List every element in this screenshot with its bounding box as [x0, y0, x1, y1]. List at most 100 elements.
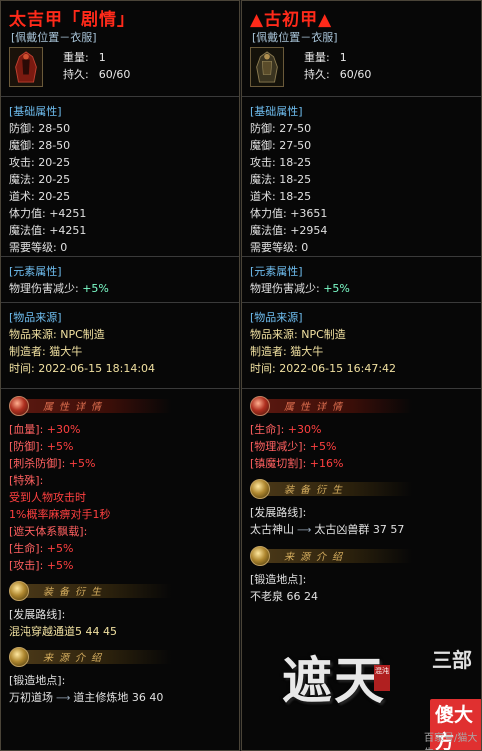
durability-label: 持久: [63, 68, 89, 81]
attr-value: 18-25 [279, 156, 312, 169]
banner-label: 装备衍生 [284, 485, 348, 496]
source-value: NPC制造 [60, 328, 105, 341]
dev-route-coords: 44 45 [85, 625, 118, 638]
attr-label: 魔法: [9, 173, 35, 186]
forge-from: 万初道场 [9, 691, 53, 704]
attr-value: +3651 [290, 207, 328, 220]
game-logo: 遮天 混沌 三部 傻大方 百家号/猫大牛 [282, 641, 481, 750]
element-attributes: [元素属性] 物理伤害减少: +5% [1, 257, 239, 303]
banner-label: 属性详情 [43, 402, 107, 413]
banner-label: 装备衍生 [43, 587, 107, 598]
source-label: 制造者: [250, 345, 287, 358]
bonus-value: +5% [46, 559, 74, 572]
section-header: [物品来源] [250, 311, 303, 324]
bonus-label: [镇魔切割]: [250, 457, 307, 470]
bonus-value: +30% [287, 423, 322, 436]
banner-label: 来源介绍 [284, 552, 348, 563]
attr-value: 20-25 [38, 173, 71, 186]
item-tooltip-right: ▲古初甲▲ [佩戴位置－衣服] 重量: 1 持久: 60/60 [基础属性] 防御:… [241, 0, 482, 751]
banner-equipment-derivation: 装备衍生 [246, 478, 481, 500]
special-header: [特殊]: [9, 474, 44, 487]
attr-label: 需要等级: [9, 241, 57, 254]
attr-label: 防御: [250, 122, 276, 135]
attr-label: 需要等级: [250, 241, 298, 254]
attr-label: 道术: [9, 190, 35, 203]
banner-label: 属性详情 [284, 402, 348, 413]
arrow-right-icon: ⟶ [297, 525, 312, 536]
dev-route-from: 太古神山 [250, 523, 294, 536]
dev-route-label: [发展路线]: [9, 608, 66, 621]
attr-value: +5% [323, 282, 350, 295]
attr-value: 20-25 [38, 190, 71, 203]
item-tooltip-left: 太吉甲「剧情」 [佩戴位置－衣服] 重量: 1 持久: 60/60 [基础属性] 防… [0, 0, 240, 751]
attr-value: +4251 [49, 224, 87, 237]
attr-value: 0 [301, 241, 309, 254]
armor-icon [9, 47, 43, 87]
bonus-value: +5% [46, 440, 74, 453]
dev-route-label: [发展路线]: [250, 506, 307, 519]
element-attributes: [元素属性] 物理伤害减少: +5% [242, 257, 481, 303]
source-label: 物品来源: [250, 328, 298, 341]
weight-label: 重量: [63, 51, 89, 64]
source-value: 2022-06-15 16:47:42 [279, 362, 397, 375]
bonus-value: +5% [46, 542, 74, 555]
item-source: [物品来源] 物品来源: NPC制造 制造者: 猫大牛 时间: 2022-06-… [242, 303, 481, 389]
item-source: [物品来源] 物品来源: NPC制造 制造者: 猫大牛 时间: 2022-06-… [1, 303, 239, 389]
source-value: NPC制造 [301, 328, 346, 341]
bonus-value: +16% [309, 457, 344, 470]
attr-value: 28-50 [38, 122, 71, 135]
logo-title: 遮天 [282, 651, 386, 710]
attr-label: 攻击: [250, 156, 276, 169]
attr-value: +5% [82, 282, 109, 295]
source-label: 物品来源: [9, 328, 57, 341]
item-title: ▲古初甲▲ [250, 10, 333, 30]
weight-label: 重量: [304, 51, 330, 64]
base-attributes: [基础属性] 防御: 27-50 魔御: 27-50 攻击: 18-25 魔法:… [242, 97, 481, 257]
section-header: [物品来源] [9, 311, 62, 324]
dev-route-to: 太古凶兽群 [314, 523, 370, 536]
equip-slot: [佩戴位置－衣服] [252, 31, 338, 44]
bonus-value: +5% [68, 457, 96, 470]
source-value: 猫大牛 [49, 345, 83, 358]
weight-value: 1 [339, 51, 347, 64]
source-label: 制造者: [9, 345, 46, 358]
attr-value: 18-25 [279, 190, 312, 203]
attr-label: 防御: [9, 122, 35, 135]
equip-slot: [佩戴位置－衣服] [11, 31, 97, 44]
set-header: [遮天体系飘载]: [9, 525, 88, 538]
source-label: 时间: [250, 362, 276, 375]
attr-label: 体力值: [250, 207, 287, 220]
dev-route-from: 混沌穿越通道5 [9, 625, 82, 638]
forge-location-value: 不老泉 66 24 [250, 590, 318, 603]
watermark-credit: 百家号/猫大牛 [424, 733, 478, 750]
forge-location-label: [锻造地点]: [9, 674, 66, 687]
attr-label: 魔御: [250, 139, 276, 152]
bonus-label: [攻击]: [9, 559, 44, 572]
weight-value: 1 [98, 51, 106, 64]
attr-label: 攻击: [9, 156, 35, 169]
attr-label: 魔法值: [250, 224, 287, 237]
special-line: 受到人物攻击时 [9, 491, 86, 504]
dev-route-coords: 37 57 [372, 523, 405, 536]
bonus-value: +30% [46, 423, 81, 436]
forge-coords: 36 40 [131, 691, 164, 704]
attr-label: 道术: [250, 190, 276, 203]
bonus-label: [血量]: [9, 423, 44, 436]
banner-source-intro: 来源介绍 [246, 545, 481, 567]
section-header: [元素属性] [9, 265, 62, 278]
attr-value: 28-50 [38, 139, 71, 152]
attr-value: 27-50 [279, 122, 312, 135]
bonus-label: [刺杀防御]: [9, 457, 66, 470]
attr-label: 魔法: [250, 173, 276, 186]
banner-equipment-derivation: 装备衍生 [5, 580, 239, 602]
bonus-label: [物理减少]: [250, 440, 307, 453]
durability-value: 60/60 [98, 68, 131, 81]
special-line: 1%概率麻痹对手1秒 [9, 508, 111, 521]
banner-attribute-details: 属性详情 [246, 395, 481, 417]
section-header: [元素属性] [250, 265, 303, 278]
section-header: [基础属性] [9, 105, 62, 118]
logo-stamp: 混沌 [374, 665, 390, 691]
armor-icon [250, 47, 284, 87]
section-header: [基础属性] [250, 105, 303, 118]
logo-subtitle: 三部 [432, 648, 472, 672]
